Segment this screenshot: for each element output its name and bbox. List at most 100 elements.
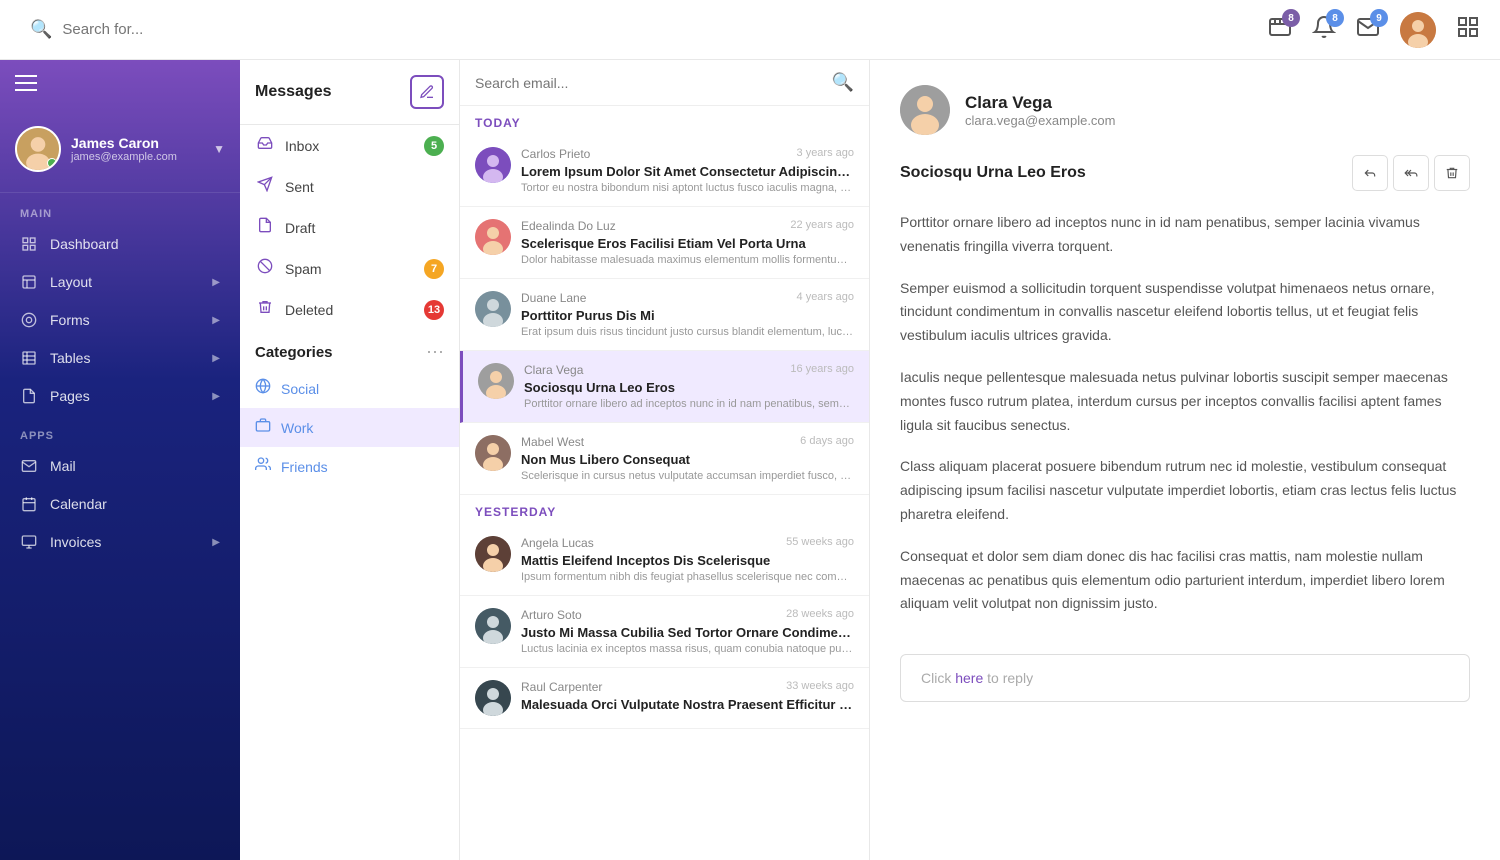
main-layout: James Caron james@example.com ▼ MAIN Das…	[0, 60, 1500, 860]
email-item-raul[interactable]: Raul Carpenter 33 weeks ago Malesuada Or…	[460, 668, 869, 729]
sidebar-item-calendar[interactable]: Calendar	[0, 485, 240, 523]
forms-label: Forms	[50, 312, 200, 328]
sidebar-item-invoices[interactable]: Invoices ▶	[0, 523, 240, 561]
email-item-edeo[interactable]: Edealinda Do Luz 22 years ago Scelerisqu…	[460, 207, 869, 279]
email-item-arturo[interactable]: Arturo Soto 28 weeks ago Justo Mi Massa …	[460, 596, 869, 668]
sidebar-item-tables[interactable]: Tables ▶	[0, 339, 240, 377]
angela-meta: Angela Lucas 55 weeks ago	[521, 536, 854, 550]
angela-preview: Ipsum formentum nibh dis feugiat phasell…	[521, 571, 854, 583]
dashboard-label: Dashboard	[50, 236, 220, 252]
carlos-subject: Lorem Ipsum Dolor Sit Amet Consectetur A…	[521, 164, 854, 179]
user-avatar	[1400, 12, 1436, 48]
friends-icon	[255, 456, 271, 477]
draft-icon	[255, 217, 275, 238]
email-search-icon[interactable]: 🔍	[832, 72, 854, 93]
invoices-chevron-icon: ▶	[212, 537, 220, 548]
email-item-angela[interactable]: Angela Lucas 55 weeks ago Mattis Eleifen…	[460, 524, 869, 596]
mail-icon-wrap[interactable]: 9	[1356, 15, 1380, 44]
search-input[interactable]	[62, 21, 362, 38]
body-paragraph-5: Consequat et dolor sem diam donec dis ha…	[900, 545, 1470, 616]
email-search-input[interactable]	[475, 75, 822, 91]
grid-icon	[1456, 15, 1480, 39]
reply-all-button[interactable]	[1393, 155, 1429, 191]
notifications-icon-wrap[interactable]: 8	[1312, 15, 1336, 44]
sidebar-item-forms[interactable]: Forms ▶	[0, 301, 240, 339]
hamburger-line1	[15, 75, 37, 77]
reply-here-link[interactable]: here	[955, 670, 983, 686]
detail-subject-row: Sociosqu Urna Leo Eros	[900, 155, 1470, 191]
category-friends[interactable]: Friends	[240, 447, 459, 486]
mabel-preview: Scelerisque in cursus netus vulputate ac…	[521, 470, 854, 482]
category-work[interactable]: Work	[240, 408, 459, 447]
duane-email-content: Duane Lane 4 years ago Porttitor Purus D…	[521, 291, 854, 338]
arturo-email-content: Arturo Soto 28 weeks ago Justo Mi Massa …	[521, 608, 854, 655]
reply-button[interactable]	[1352, 155, 1388, 191]
sidebar-item-mail[interactable]: Mail	[0, 447, 240, 485]
carlos-time: 3 years ago	[797, 147, 854, 161]
online-indicator	[47, 158, 57, 168]
sent-nav-item[interactable]: Sent	[240, 166, 459, 207]
edeo-time: 22 years ago	[790, 219, 854, 233]
hamburger-line3	[15, 89, 37, 91]
clara-subject: Sociosqu Urna Leo Eros	[524, 380, 854, 395]
body-paragraph-3: Iaculis neque pellentesque malesuada net…	[900, 366, 1470, 437]
reply-text: Click	[921, 670, 955, 686]
draft-nav-item[interactable]: Draft	[240, 207, 459, 248]
raul-email-content: Raul Carpenter 33 weeks ago Malesuada Or…	[521, 680, 854, 715]
arturo-subject: Justo Mi Massa Cubilia Sed Tortor Ornare…	[521, 625, 854, 640]
sidebar-item-layout[interactable]: Layout ▶	[0, 263, 240, 301]
layout-label: Layout	[50, 274, 200, 290]
messages-title: Messages	[255, 83, 332, 101]
clara-meta: Clara Vega 16 years ago	[524, 363, 854, 377]
deleted-icon	[255, 299, 275, 320]
sidebar-item-pages[interactable]: Pages ▶	[0, 377, 240, 415]
carlos-meta: Carlos Prieto 3 years ago	[521, 147, 854, 161]
edeo-avatar	[475, 219, 511, 255]
user-avatar-wrap[interactable]	[1400, 12, 1436, 48]
sidebar-item-dashboard[interactable]: Dashboard	[0, 225, 240, 263]
angela-subject: Mattis Eleifend Inceptos Dis Scelerisque	[521, 553, 854, 568]
inbox-nav-item[interactable]: Inbox 5	[240, 125, 459, 166]
hamburger-menu[interactable]	[0, 60, 240, 106]
mabel-sender: Mabel West	[521, 435, 584, 449]
email-list-scroll[interactable]: TODAY Carlos Prieto 3 years ago Lorem Ip…	[460, 106, 869, 860]
mabel-subject: Non Mus Libero Consequat	[521, 452, 854, 467]
email-item-carlos[interactable]: Carlos Prieto 3 years ago Lorem Ipsum Do…	[460, 135, 869, 207]
email-item-duane[interactable]: Duane Lane 4 years ago Porttitor Purus D…	[460, 279, 869, 351]
email-list: 🔍 TODAY Carlos Prieto 3 years ago Lorem …	[460, 60, 870, 860]
sidebar-profile[interactable]: James Caron james@example.com ▼	[0, 106, 240, 193]
profile-info: James Caron james@example.com	[71, 135, 177, 163]
clara-sender: Clara Vega	[524, 363, 583, 377]
compose-button[interactable]	[410, 75, 444, 109]
email-item-mabel[interactable]: Mabel West 6 days ago Non Mus Libero Con…	[460, 423, 869, 495]
today-section-label: TODAY	[460, 106, 869, 135]
draft-label: Draft	[285, 220, 315, 236]
layout-icon	[20, 273, 38, 291]
social-icon	[255, 378, 271, 399]
arturo-preview: Luctus lacinia ex inceptos massa risus, …	[521, 643, 854, 655]
tables-icon	[20, 349, 38, 367]
add-category-button[interactable]: ⋯	[426, 342, 444, 363]
duane-meta: Duane Lane 4 years ago	[521, 291, 854, 305]
angela-time: 55 weeks ago	[786, 536, 854, 550]
category-social[interactable]: Social	[240, 369, 459, 408]
duane-time: 4 years ago	[797, 291, 854, 305]
grid-icon-wrap[interactable]	[1456, 15, 1480, 44]
calendar-label: Calendar	[50, 496, 220, 512]
search-icon: 🔍	[30, 19, 52, 40]
mabel-email-content: Mabel West 6 days ago Non Mus Libero Con…	[521, 435, 854, 482]
delete-button[interactable]	[1434, 155, 1470, 191]
raul-avatar	[475, 680, 511, 716]
tables-label: Tables	[50, 350, 200, 366]
messages-icon-wrap[interactable]: 8	[1268, 15, 1292, 44]
contact-avatar-svg	[900, 85, 950, 135]
messages-panel: Messages Inbox 5 Sent	[240, 60, 460, 860]
duane-sender: Duane Lane	[521, 291, 586, 305]
spam-nav-item[interactable]: Spam 7	[240, 248, 459, 289]
angela-email-content: Angela Lucas 55 weeks ago Mattis Eleifen…	[521, 536, 854, 583]
pages-chevron-icon: ▶	[212, 391, 220, 402]
search-area: 🔍	[30, 19, 1268, 40]
email-item-clara[interactable]: Clara Vega 16 years ago Sociosqu Urna Le…	[460, 351, 869, 423]
deleted-nav-item[interactable]: Deleted 13	[240, 289, 459, 330]
raul-subject: Malesuada Orci Vulputate Nostra Praesent…	[521, 697, 854, 712]
